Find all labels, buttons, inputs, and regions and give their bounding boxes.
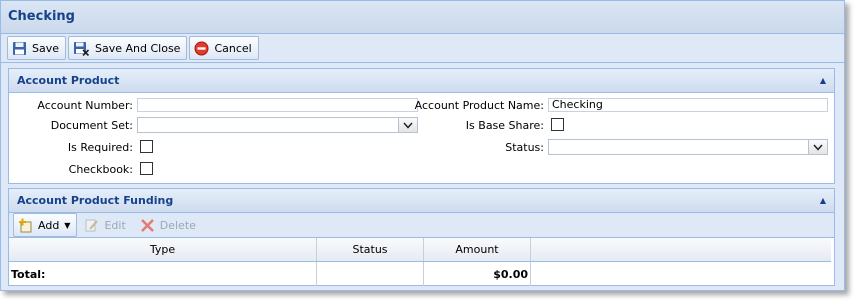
column-header-status[interactable]: Status [316, 238, 424, 262]
funding-grid-header: Type Status Amount [9, 238, 831, 262]
edit-button[interactable]: Edit [79, 213, 132, 237]
collapse-arrow-icon[interactable]: ▲ [820, 189, 826, 212]
window-title: Checking [1, 1, 844, 34]
is-base-share-label: Is Base Share: [465, 119, 544, 132]
column-header-type[interactable]: Type [9, 238, 317, 262]
checkbook-label: Checkbook: [68, 163, 133, 176]
account-product-name-input[interactable]: Checking [548, 98, 828, 112]
cancel-label: Cancel [214, 41, 252, 55]
main-toolbar: Save Save And Close Cancel [1, 34, 844, 63]
account-product-panel: Account Product ▲ Account Number: Docume… [8, 68, 835, 184]
total-label: Total: [9, 261, 317, 286]
is-required-label: Is Required: [67, 141, 133, 154]
funding-grid: Type Status Amount Total: $0.00 [9, 238, 831, 286]
account-product-name-label: Account Product Name: [414, 99, 544, 112]
total-amount: $0.00 [423, 261, 531, 286]
cancel-icon [194, 41, 209, 56]
document-set-label: Document Set: [50, 119, 133, 132]
floppy-disk-close-icon [73, 41, 90, 56]
checking-window: Checking Save Save And Close Cancel Acco… [0, 0, 845, 291]
funding-title: Account Product Funding [17, 194, 174, 207]
account-product-form: Account Number: Document Set: Is Require… [9, 93, 834, 183]
status-label: Status: [505, 141, 544, 154]
chevron-down-icon[interactable] [808, 140, 827, 154]
delete-x-icon [140, 218, 155, 233]
funding-header: Account Product Funding ▲ [9, 189, 834, 213]
chevron-down-icon[interactable] [398, 118, 417, 132]
save-and-close-button[interactable]: Save And Close [68, 36, 188, 60]
save-button[interactable]: Save [7, 36, 67, 60]
add-item-icon [18, 218, 33, 233]
account-number-label: Account Number: [37, 99, 133, 112]
column-header-amount[interactable]: Amount [423, 238, 531, 262]
account-product-funding-panel: Account Product Funding ▲ Add ▼ Edit Del… [8, 188, 835, 286]
floppy-disk-icon [12, 41, 27, 56]
dropdown-arrow-icon: ▼ [64, 220, 71, 230]
total-spacer-cell [530, 261, 831, 286]
save-label: Save [32, 41, 60, 55]
funding-toolbar: Add ▼ Edit Delete [9, 213, 834, 238]
add-button[interactable]: Add ▼ [13, 213, 78, 237]
total-row: Total: $0.00 [9, 261, 831, 286]
account-product-title: Account Product [17, 74, 120, 87]
add-label: Add [38, 218, 60, 232]
total-status-cell [316, 261, 424, 286]
status-select[interactable] [548, 139, 828, 155]
column-header-spacer [530, 238, 831, 262]
document-set-select[interactable] [137, 117, 418, 133]
save-and-close-label: Save And Close [95, 41, 181, 55]
is-base-share-checkbox[interactable] [551, 118, 564, 131]
collapse-arrow-icon[interactable]: ▲ [820, 69, 826, 92]
checkbook-checkbox[interactable] [140, 162, 153, 175]
account-product-header: Account Product ▲ [9, 69, 834, 93]
cancel-button[interactable]: Cancel [189, 36, 259, 60]
is-required-checkbox[interactable] [140, 140, 153, 153]
edit-icon [84, 218, 99, 233]
delete-label: Delete [159, 218, 196, 232]
account-number-input[interactable] [137, 98, 418, 112]
edit-label: Edit [104, 218, 126, 232]
delete-button[interactable]: Delete [135, 213, 203, 237]
